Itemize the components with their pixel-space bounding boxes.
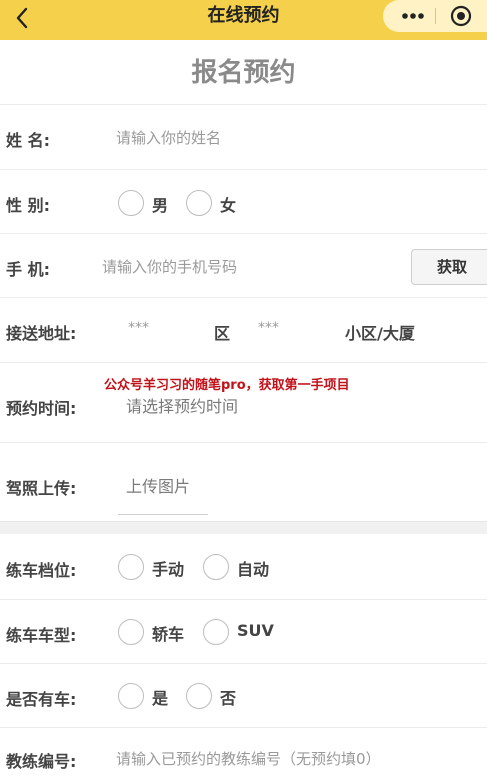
coach-label: 教练编号: (6, 752, 77, 771)
coach-row: 教练编号: 请输入已预约的教练编号（无预约填0） (0, 727, 487, 779)
car-type-sedan-radio[interactable] (118, 619, 144, 645)
car-type-suv-label: SUV (237, 621, 274, 640)
address-row: 接送地址: *** 区 *** 小区/大厦 (0, 297, 487, 363)
gender-male-label: 男 (152, 196, 169, 215)
gender-male-radio[interactable] (118, 190, 144, 216)
gender-female-label: 女 (220, 196, 237, 215)
district-select[interactable]: *** (128, 320, 149, 336)
car-type-row: 练车车型: 轿车 SUV (0, 599, 487, 664)
coach-input[interactable]: 请输入已预约的教练编号（无预约填0） (116, 748, 381, 769)
gear-label: 练车档位: (6, 561, 77, 580)
top-navigation-bar: 在线预约 (0, 0, 487, 40)
community-unit: 小区/大厦 (345, 324, 415, 343)
name-label: 姓 名: (6, 131, 50, 150)
gear-manual-radio[interactable] (118, 554, 144, 580)
phone-input[interactable]: 请输入你的手机号码 (102, 256, 237, 277)
upload-image-button[interactable]: 上传图片 (126, 473, 190, 497)
capsule-divider (435, 8, 436, 24)
form-title: 报名预约 (191, 58, 296, 88)
gear-auto-radio[interactable] (203, 554, 229, 580)
watermark-text: 公众号羊习习的随笔pro，获取第一手项目 (104, 378, 350, 393)
license-label: 驾照上传: (6, 479, 77, 498)
gear-row: 练车档位: 手动 自动 (0, 535, 487, 599)
more-button[interactable] (397, 0, 429, 32)
gender-label: 性 别: (6, 196, 50, 215)
upload-underline (118, 514, 208, 515)
more-dots-icon (402, 13, 424, 19)
time-label: 预约时间: (6, 399, 77, 418)
time-picker[interactable]: 请选择预约时间 (126, 393, 238, 417)
gear-auto-label: 自动 (237, 560, 270, 579)
target-icon (450, 5, 472, 27)
gender-row: 性 别: 男 女 (0, 169, 487, 234)
close-mini-program-button[interactable] (449, 4, 473, 28)
address-label: 接送地址: (6, 324, 77, 343)
phone-row: 手 机: 请输入你的手机号码 获取 (0, 233, 487, 298)
has-car-no-radio[interactable] (186, 683, 212, 709)
has-car-row: 是否有车: 是 否 (0, 663, 487, 728)
community-select[interactable]: *** (258, 320, 279, 336)
has-car-label: 是否有车: (6, 690, 77, 709)
get-phone-button[interactable]: 获取 (411, 249, 487, 285)
section-divider (0, 521, 487, 534)
district-unit: 区 (214, 324, 231, 343)
car-type-sedan-label: 轿车 (152, 625, 185, 644)
name-input[interactable]: 请输入你的姓名 (116, 127, 221, 148)
phone-label: 手 机: (6, 260, 50, 279)
license-row: 驾照上传: 上传图片 (0, 442, 487, 522)
mini-program-capsule (383, 0, 487, 32)
car-type-label: 练车车型: (6, 626, 77, 645)
gear-manual-label: 手动 (152, 560, 185, 579)
has-car-no-label: 否 (220, 689, 237, 708)
has-car-yes-radio[interactable] (118, 683, 144, 709)
gender-female-radio[interactable] (186, 190, 212, 216)
name-row: 姓 名: 请输入你的姓名 (0, 104, 487, 170)
car-type-suv-radio[interactable] (203, 619, 229, 645)
has-car-yes-label: 是 (152, 689, 169, 708)
